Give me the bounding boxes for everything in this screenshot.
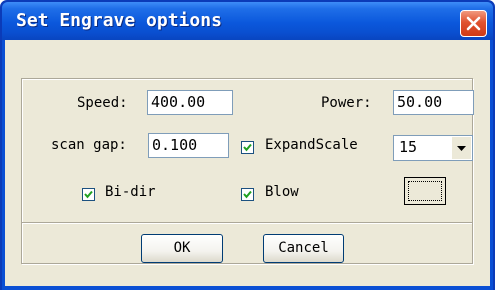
expand-scale-value: 15 <box>399 138 418 156</box>
dialog-body: Speed: 400.00 Power: 50.00 scan gap: 0.1… <box>5 40 490 286</box>
button-separator <box>22 222 472 224</box>
window-bottom-border <box>2 286 493 290</box>
checkmark-icon <box>243 143 252 152</box>
focus-rect <box>408 181 442 201</box>
scan-gap-input[interactable]: 0.100 <box>148 133 229 158</box>
expand-scale-select[interactable]: 15 <box>393 135 473 161</box>
window-title: Set Engrave options <box>16 10 222 31</box>
ok-button[interactable]: OK <box>141 234 223 263</box>
chevron-down-icon <box>457 146 466 151</box>
power-input[interactable]: 50.00 <box>393 90 474 115</box>
speed-input[interactable]: 400.00 <box>147 90 233 115</box>
dialog-window: Set Engrave options Speed: 400.00 Power:… <box>0 0 495 290</box>
close-button[interactable] <box>460 10 487 37</box>
scan-gap-label: scan gap: <box>51 137 127 153</box>
speed-label: Speed: <box>77 95 128 111</box>
bi-dir-label: Bi-dir <box>105 184 156 200</box>
bi-dir-checkbox[interactable] <box>82 188 95 201</box>
power-label: Power: <box>321 95 372 111</box>
expand-scale-checkbox[interactable] <box>241 141 254 154</box>
blow-checkbox[interactable] <box>241 188 254 201</box>
close-icon <box>466 16 481 31</box>
checkmark-icon <box>243 190 252 199</box>
expand-scale-label: ExpandScale <box>265 137 358 153</box>
title-bar[interactable]: Set Engrave options <box>2 2 493 40</box>
blow-label: Blow <box>265 184 299 200</box>
cancel-button[interactable]: Cancel <box>263 234 344 263</box>
checkmark-icon <box>84 190 93 199</box>
color-picker-button[interactable] <box>404 177 446 205</box>
dropdown-button[interactable] <box>451 137 471 159</box>
